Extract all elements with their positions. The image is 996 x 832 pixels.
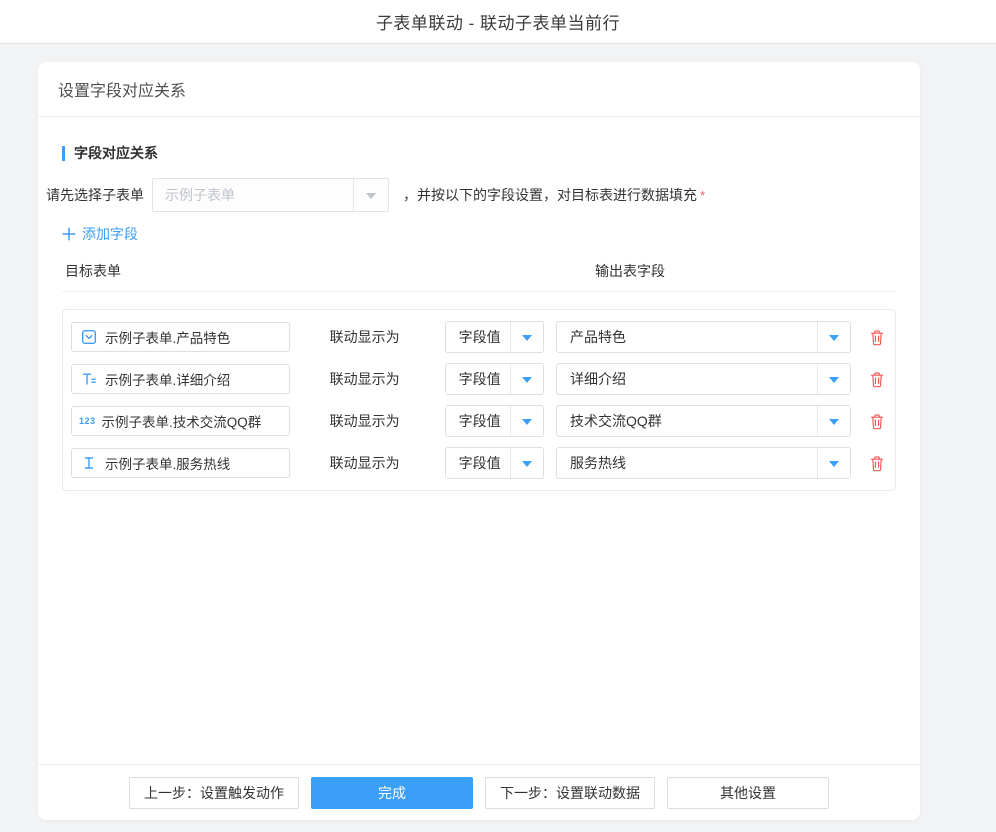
top-bar: 子表单联动 - 联动子表单当前行 [0, 0, 996, 44]
mode-select-value: 字段值 [446, 327, 510, 347]
mode-select[interactable]: 字段值 [445, 405, 544, 437]
delete-row-button[interactable] [867, 327, 887, 347]
settings-card: 设置字段对应关系 字段对应关系 请先选择子表单 示例子表单 ，并按以下的字段设置… [38, 62, 920, 820]
plus-icon [62, 227, 76, 241]
mode-select[interactable]: 字段值 [445, 447, 544, 479]
text-input-field-icon [81, 455, 97, 471]
output-field-value: 产品特色 [557, 327, 817, 347]
card-body: 字段对应关系 请先选择子表单 示例子表单 ，并按以下的字段设置，对目标表进行数据… [38, 117, 920, 764]
delete-row-button[interactable] [867, 453, 887, 473]
card-footer: 上一步：设置触发动作 完成 下一步：设置联动数据 其他设置 [38, 764, 920, 820]
relation-label: 联动显示为 [330, 453, 400, 473]
select-field-icon [81, 329, 97, 345]
relation-label: 联动显示为 [330, 327, 400, 347]
field-mapping-list: 示例子表单.产品特色 联动显示为 字段值 产品特色 [62, 309, 896, 491]
mode-select-caret-cell [510, 448, 543, 478]
output-select-caret-cell [817, 364, 850, 394]
add-field-label: 添加字段 [82, 224, 138, 244]
add-field-button[interactable]: 添加字段 [62, 224, 138, 244]
output-field-value: 详细介绍 [557, 369, 817, 389]
subform-selector-row: 请先选择子表单 示例子表单 ，并按以下的字段设置，对目标表进行数据填充 * [46, 178, 896, 212]
field-mapping-row: 123 示例子表单.技术交流QQ群 联动显示为 字段值 技术交流QQ群 [71, 400, 887, 442]
prev-step-button[interactable]: 上一步：设置触发动作 [129, 777, 299, 809]
mode-select-value: 字段值 [446, 411, 510, 431]
chevron-down-icon [522, 377, 532, 388]
subform-select-caret-cell [353, 179, 388, 211]
delete-row-button[interactable] [867, 369, 887, 389]
target-field-box: 123 示例子表单.技术交流QQ群 [71, 406, 290, 436]
column-output-field: 输出表字段 [595, 261, 665, 281]
other-settings-button[interactable]: 其他设置 [667, 777, 829, 809]
mode-select-value: 字段值 [446, 369, 510, 389]
output-field-value: 技术交流QQ群 [557, 411, 817, 431]
mode-select-caret-cell [510, 406, 543, 436]
target-field-box: 示例子表单.产品特色 [71, 322, 290, 352]
chevron-down-icon [829, 335, 839, 346]
required-asterisk: * [700, 188, 705, 203]
output-select-caret-cell [817, 448, 850, 478]
chevron-down-icon [829, 461, 839, 472]
target-field-name: 示例子表单.产品特色 [105, 327, 230, 347]
mode-select-caret-cell [510, 364, 543, 394]
relation-label: 联动显示为 [330, 369, 400, 389]
subform-hint-text: ，并按以下的字段设置，对目标表进行数据填充 [403, 185, 697, 205]
target-field-box: 示例子表单.详细介绍 [71, 364, 290, 394]
chevron-down-icon [522, 419, 532, 430]
subform-select-label: 请先选择子表单 [46, 185, 144, 205]
chevron-down-icon [829, 419, 839, 430]
section-accent-bar [62, 146, 65, 161]
mode-select[interactable]: 字段值 [445, 363, 544, 395]
field-mapping-row: 示例子表单.产品特色 联动显示为 字段值 产品特色 [71, 316, 887, 358]
field-mapping-row: 示例子表单.服务热线 联动显示为 字段值 服务热线 [71, 442, 887, 484]
column-headers: 目标表单 输出表字段 [62, 261, 896, 292]
trash-icon [869, 413, 885, 430]
page-title: 子表单联动 - 联动子表单当前行 [376, 9, 620, 34]
trash-icon [869, 371, 885, 388]
output-field-select[interactable]: 产品特色 [556, 321, 851, 353]
card-title: 设置字段对应关系 [58, 77, 186, 101]
mode-select-caret-cell [510, 322, 543, 352]
output-field-select[interactable]: 详细介绍 [556, 363, 851, 395]
column-target-form: 目标表单 [65, 261, 595, 281]
target-field-name: 示例子表单.技术交流QQ群 [102, 411, 262, 431]
number-field-icon: 123 [79, 416, 96, 426]
section-title: 字段对应关系 [62, 143, 896, 163]
chevron-down-icon [522, 461, 532, 472]
output-select-caret-cell [817, 322, 850, 352]
target-field-name: 示例子表单.服务热线 [105, 453, 230, 473]
output-select-caret-cell [817, 406, 850, 436]
trash-icon [869, 329, 885, 346]
section-title-text: 字段对应关系 [74, 143, 158, 163]
finish-button[interactable]: 完成 [311, 777, 473, 809]
card-header: 设置字段对应关系 [38, 62, 920, 117]
textarea-field-icon [81, 371, 97, 387]
field-mapping-row: 示例子表单.详细介绍 联动显示为 字段值 详细介绍 [71, 358, 887, 400]
chevron-down-icon [829, 377, 839, 388]
subform-select[interactable]: 示例子表单 [152, 178, 389, 212]
target-field-name: 示例子表单.详细介绍 [105, 369, 230, 389]
next-step-button[interactable]: 下一步：设置联动数据 [485, 777, 655, 809]
mode-select-value: 字段值 [446, 453, 510, 473]
trash-icon [869, 455, 885, 472]
output-field-select[interactable]: 服务热线 [556, 447, 851, 479]
target-field-box: 示例子表单.服务热线 [71, 448, 290, 478]
subform-select-placeholder: 示例子表单 [153, 185, 353, 205]
output-field-value: 服务热线 [557, 453, 817, 473]
output-field-select[interactable]: 技术交流QQ群 [556, 405, 851, 437]
chevron-down-icon [366, 193, 376, 204]
chevron-down-icon [522, 335, 532, 346]
mode-select[interactable]: 字段值 [445, 321, 544, 353]
delete-row-button[interactable] [867, 411, 887, 431]
relation-label: 联动显示为 [330, 411, 400, 431]
